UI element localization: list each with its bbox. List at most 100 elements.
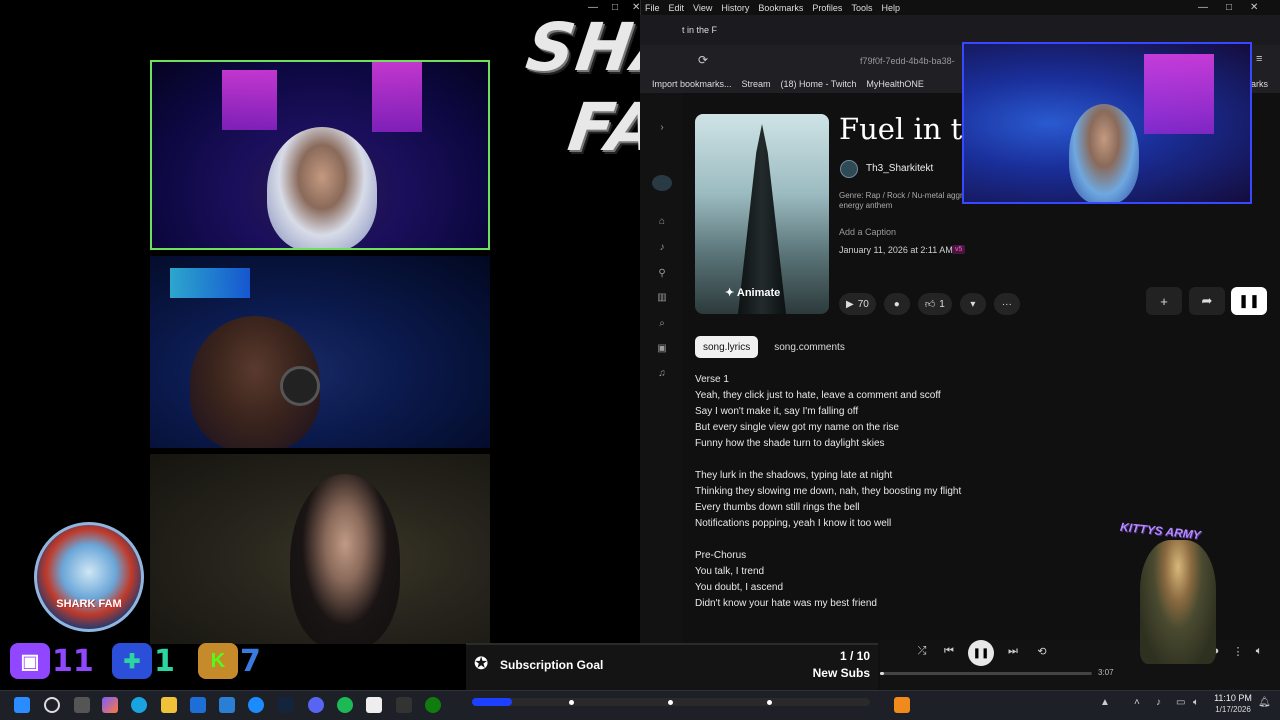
goal-progress-bar <box>472 698 870 706</box>
webcam-feed-guest-2 <box>150 454 490 644</box>
copilot-icon[interactable] <box>102 697 118 713</box>
start-icon[interactable] <box>14 697 30 713</box>
search-icon[interactable]: ⌕ <box>656 318 668 330</box>
more-button[interactable]: ··· <box>993 293 1020 315</box>
outlook-icon[interactable] <box>190 697 206 713</box>
tab-comments[interactable]: song.comments <box>766 336 853 358</box>
url-bar[interactable]: f79f0f-7edd-4b4b-ba38- <box>860 56 955 66</box>
window-controls-left[interactable]: —□✕ <box>588 2 654 13</box>
lyric-line: Funny how the shade turn to daylight ski… <box>695 438 885 449</box>
comment-icon: ● <box>893 298 900 310</box>
add-button[interactable]: + <box>1146 287 1182 315</box>
bookmark-twitch[interactable]: (18) Home - Twitch <box>781 79 857 89</box>
lyric-line: Every thumbs down still rings the bell <box>695 502 860 513</box>
bookmark-import[interactable]: Import bookmarks... <box>652 79 732 89</box>
song-date: January 11, 2026 at 2:11 AM <box>839 245 953 255</box>
thumbs-up-icon: 👍︎ <box>924 299 936 310</box>
file-explorer-icon[interactable] <box>161 697 177 713</box>
shuffle-icon[interactable]: ⤮ <box>915 645 929 658</box>
shelf-light <box>372 62 422 132</box>
pause-icon: ❚❚ <box>972 647 990 659</box>
spotify-icon[interactable] <box>337 697 353 713</box>
app-icon[interactable] <box>219 697 235 713</box>
play-count-button[interactable]: ▶ 70 <box>839 293 876 315</box>
webcam-feed-host-overlay <box>962 42 1252 204</box>
comment-button[interactable]: ● <box>883 293 910 315</box>
menu-bookmarks[interactable]: Bookmarks <box>758 3 803 13</box>
player-pause-button[interactable]: ❚❚ <box>968 640 994 666</box>
webcam-feed-guest-1 <box>150 256 490 448</box>
search-icon[interactable] <box>44 697 60 713</box>
notification-badge-icon[interactable]: ▲ <box>1100 697 1110 708</box>
reload-icon[interactable]: ⟳ <box>698 53 708 67</box>
xbox-icon[interactable] <box>425 697 441 713</box>
song-cover-art[interactable]: ✦ Animate <box>695 114 829 314</box>
play-icon: ▶ <box>846 298 854 310</box>
taskbar-time[interactable]: 11:10 PM <box>1214 693 1252 703</box>
lyric-line: Yeah, they click just to hate, leave a c… <box>695 390 941 401</box>
like-button[interactable]: 👍︎ 1 <box>917 293 952 315</box>
window-controls-right[interactable]: —□✕ <box>1198 2 1276 13</box>
animate-button[interactable]: ✦ Animate <box>725 286 780 299</box>
more-vertical-icon[interactable]: ⋮ <box>1231 645 1245 658</box>
streamer-figure <box>267 127 377 248</box>
discord-icon[interactable] <box>308 697 324 713</box>
edge-icon[interactable] <box>131 697 147 713</box>
notification-bell-icon[interactable]: 🔔︎ <box>1258 697 1271 708</box>
lyric-line <box>695 452 1115 468</box>
network-icon[interactable]: ▭ <box>1176 697 1185 708</box>
bookmark-myhealthone[interactable]: MyHealthONE <box>866 79 924 89</box>
app-icon[interactable] <box>894 697 910 713</box>
kick-count: 7 <box>240 643 261 679</box>
tray-chevron-icon[interactable]: ˄ <box>1134 697 1140 708</box>
previous-icon[interactable]: ⏮︎ <box>942 645 956 658</box>
plus-icon: + <box>1160 293 1168 309</box>
share-nodes-icon[interactable]: ⚲ <box>656 268 668 280</box>
goal-count: 1 / 10 <box>839 649 870 663</box>
track-duration: 3:07 <box>1098 668 1114 677</box>
bell-icon[interactable]: ♫ <box>656 368 668 380</box>
steam-icon[interactable] <box>278 697 294 713</box>
player-progress-bar[interactable] <box>880 672 1092 675</box>
volume-icon[interactable]: 🔈︎ <box>1252 645 1266 658</box>
artist-name[interactable]: Th3_Sharkitekt <box>866 163 933 174</box>
twitch-icon: ▣ <box>10 643 50 679</box>
artist-avatar[interactable] <box>840 160 858 178</box>
menu-history[interactable]: History <box>721 3 749 13</box>
music-note-icon[interactable]: ♪ <box>656 242 668 254</box>
notepad-icon[interactable] <box>366 697 382 713</box>
dislike-button[interactable]: ▾ <box>959 293 986 315</box>
app-icon[interactable] <box>248 697 264 713</box>
share-arrow-icon: ➦ <box>1201 293 1213 308</box>
menu-tools[interactable]: Tools <box>851 3 872 13</box>
expand-chevron-icon[interactable]: › <box>656 122 668 134</box>
sparkle-icon: ✦ <box>725 287 737 299</box>
menu-view[interactable]: View <box>693 3 712 13</box>
menu-help[interactable]: Help <box>881 3 900 13</box>
active-tab[interactable]: t in the F <box>682 25 717 35</box>
profile-avatar-icon[interactable] <box>652 175 672 191</box>
volume-icon[interactable]: 🔈︎ <box>1193 697 1199 708</box>
home-icon[interactable]: ⌂ <box>656 216 668 228</box>
pause-button[interactable]: ❚❚ <box>1231 287 1267 315</box>
guest-figure <box>290 474 400 644</box>
bookmark-stream[interactable]: Stream <box>742 79 771 89</box>
taskbar-date[interactable]: 1/17/2026 <box>1210 705 1256 714</box>
menu-profiles[interactable]: Profiles <box>812 3 842 13</box>
song-actions: ▶ 70 ● 👍︎ 1 ▾ ··· <box>839 293 1020 315</box>
menu-edit[interactable]: Edit <box>669 3 685 13</box>
more-icon: ··· <box>1001 298 1012 310</box>
menu-icon[interactable]: ≡ <box>1256 53 1262 65</box>
star-badge-icon: ✪ <box>474 654 489 673</box>
share-button[interactable]: ➦ <box>1189 287 1225 315</box>
add-caption-link[interactable]: Add a Caption <box>839 227 896 237</box>
epic-games-icon[interactable] <box>396 697 412 713</box>
lock-icon[interactable]: ▣ <box>656 343 668 355</box>
lyric-line <box>695 532 1115 548</box>
library-icon[interactable]: ▥ <box>656 292 668 304</box>
task-view-icon[interactable] <box>74 697 90 713</box>
microphone-icon[interactable]: ♪ <box>1156 697 1161 708</box>
next-icon[interactable]: ⏭︎ <box>1006 645 1020 658</box>
repeat-icon[interactable]: ⟲ <box>1035 645 1049 658</box>
tab-lyrics[interactable]: song.lyrics <box>695 336 759 358</box>
